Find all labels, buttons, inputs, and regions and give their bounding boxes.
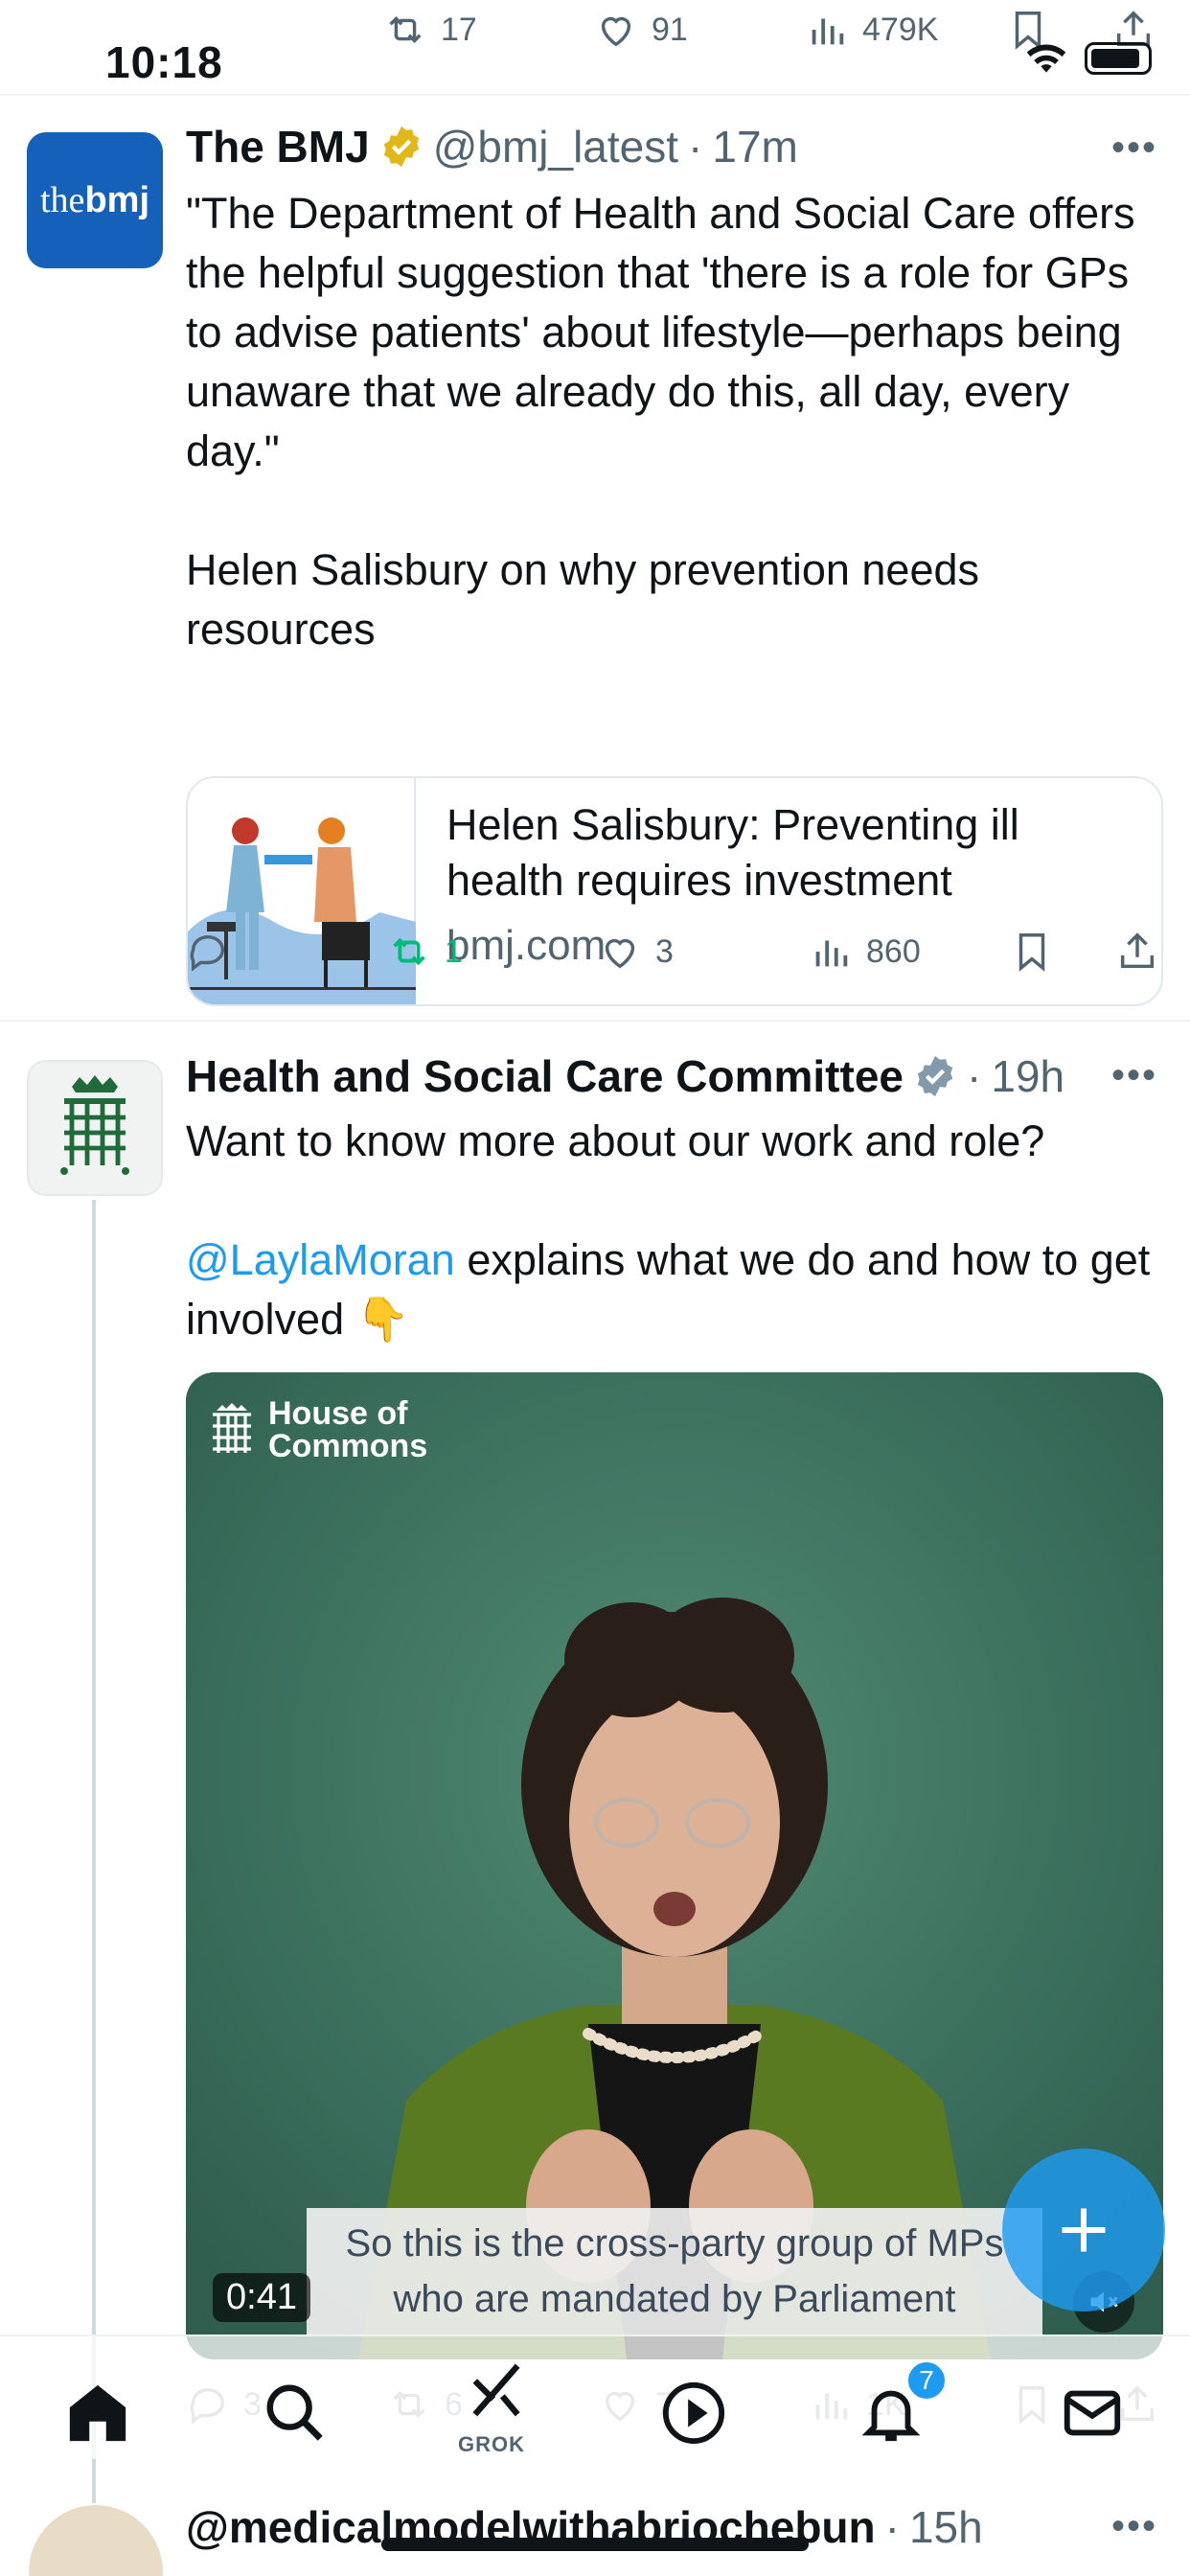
card-title[interactable]: Helen Salisbury: Preventing ill health r… <box>446 797 1131 908</box>
home-icon <box>69 2384 126 2442</box>
separator-dot: · <box>966 1051 982 1101</box>
envelope-icon <box>1064 2390 1121 2436</box>
nav-video[interactable] <box>655 2375 732 2451</box>
share-icon <box>1120 932 1155 969</box>
views-icon <box>812 18 844 45</box>
views-button[interactable]: 479K <box>805 8 938 52</box>
avatar[interactable] <box>29 2505 163 2576</box>
avatar[interactable] <box>27 1060 163 1196</box>
views-icon <box>815 940 848 967</box>
plus-icon <box>1062 2208 1106 2252</box>
nav-home[interactable] <box>59 2375 136 2451</box>
tweet-header: The BMJ @bmj_latest · 17m <box>186 121 798 172</box>
avatar-text: thebmj <box>40 180 149 220</box>
previous-tweet-actions: 17 91 479K <box>182 8 1159 65</box>
author-name[interactable]: Health and Social Care Committee <box>186 1050 904 1102</box>
avatar[interactable]: thebmj <box>27 132 163 268</box>
views-count: 860 <box>866 932 921 970</box>
tweet-header: Health and Social Care Committee · 19h <box>186 1050 1064 1102</box>
verified-grey-badge-icon <box>917 1055 953 1097</box>
tweet-text-line1: Want to know more about our work and rol… <box>186 1116 1045 1165</box>
retweet-count: 17 <box>441 11 477 48</box>
more-options-icon[interactable]: ••• <box>1111 1054 1157 1097</box>
home-indicator <box>381 2538 809 2551</box>
next-tweet[interactable]: @medicalmodelwithabriochebun · 15h ••• <box>0 2492 1190 2576</box>
like-count: 91 <box>652 11 688 48</box>
like-count: 3 <box>655 932 674 970</box>
like-button[interactable]: 91 <box>594 8 688 52</box>
retweet-button[interactable]: 1 <box>387 930 463 974</box>
views-button[interactable]: 860 <box>809 930 921 974</box>
views-count: 479K <box>862 11 939 48</box>
grok-icon <box>472 2363 520 2417</box>
tweet-text: "The Department of Health and Social Car… <box>186 189 1135 654</box>
video-duration: 0:41 <box>213 2273 310 2322</box>
house-of-commons-logo: House of Commons <box>207 1397 427 1462</box>
tweet-time[interactable]: 15h <box>909 2501 983 2553</box>
nav-grok[interactable] <box>458 2352 535 2428</box>
nav-messages[interactable] <box>1054 2375 1131 2451</box>
retweet-button[interactable]: 17 <box>383 8 477 52</box>
notifications-badge: 7 <box>905 2359 948 2402</box>
bookmark-button[interactable] <box>1010 930 1054 974</box>
portcullis-icon <box>60 1075 129 1175</box>
reply-button[interactable] <box>186 930 230 974</box>
tweet-actions: 1 3 860 <box>186 930 1163 987</box>
share-button[interactable] <box>1115 930 1159 974</box>
battery-icon <box>1085 42 1152 75</box>
tweet-time[interactable]: 17m <box>712 121 797 172</box>
retweet-count: 1 <box>445 932 463 970</box>
like-button[interactable]: 3 <box>598 930 674 974</box>
bookmark-icon <box>1018 933 1045 972</box>
play-circle-icon <box>662 2381 725 2445</box>
nav-search[interactable] <box>257 2375 333 2451</box>
retweet-icon <box>389 16 422 43</box>
compose-button[interactable] <box>1002 2149 1165 2312</box>
grok-label: GROK <box>458 2432 525 2456</box>
tweet-time[interactable]: 19h <box>991 1050 1064 1102</box>
tweet-bmj[interactable]: thebmj The BMJ @bmj_latest · 17m ••• "Th… <box>0 96 1190 1022</box>
reply-icon <box>190 934 225 972</box>
bottom-navigation: GROK <box>0 2334 1190 2459</box>
mention-link[interactable]: @LaylaMoran <box>186 1235 455 1284</box>
heart-icon <box>605 938 635 969</box>
retweet-icon <box>393 937 425 966</box>
author-name[interactable]: The BMJ <box>186 121 370 172</box>
wifi-icon <box>1026 44 1066 73</box>
search-icon <box>266 2384 323 2441</box>
tweet-text: Want to know more about our work and rol… <box>186 1112 1163 1349</box>
system-icons <box>1025 42 1152 75</box>
status-bar: 10:18 17 91 479K <box>0 0 1190 96</box>
portcullis-icon <box>213 1403 251 1453</box>
more-options-icon[interactable]: ••• <box>1111 2505 1157 2548</box>
heart-icon <box>601 16 631 47</box>
separator-dot: · <box>688 122 703 172</box>
separator-dot: · <box>884 2502 900 2552</box>
more-options-icon[interactable]: ••• <box>1111 126 1157 170</box>
video-caption: So this is the cross-party group of MPs … <box>307 2208 1042 2334</box>
verified-gold-badge-icon <box>383 126 419 168</box>
author-handle[interactable]: @bmj_latest <box>433 121 678 172</box>
